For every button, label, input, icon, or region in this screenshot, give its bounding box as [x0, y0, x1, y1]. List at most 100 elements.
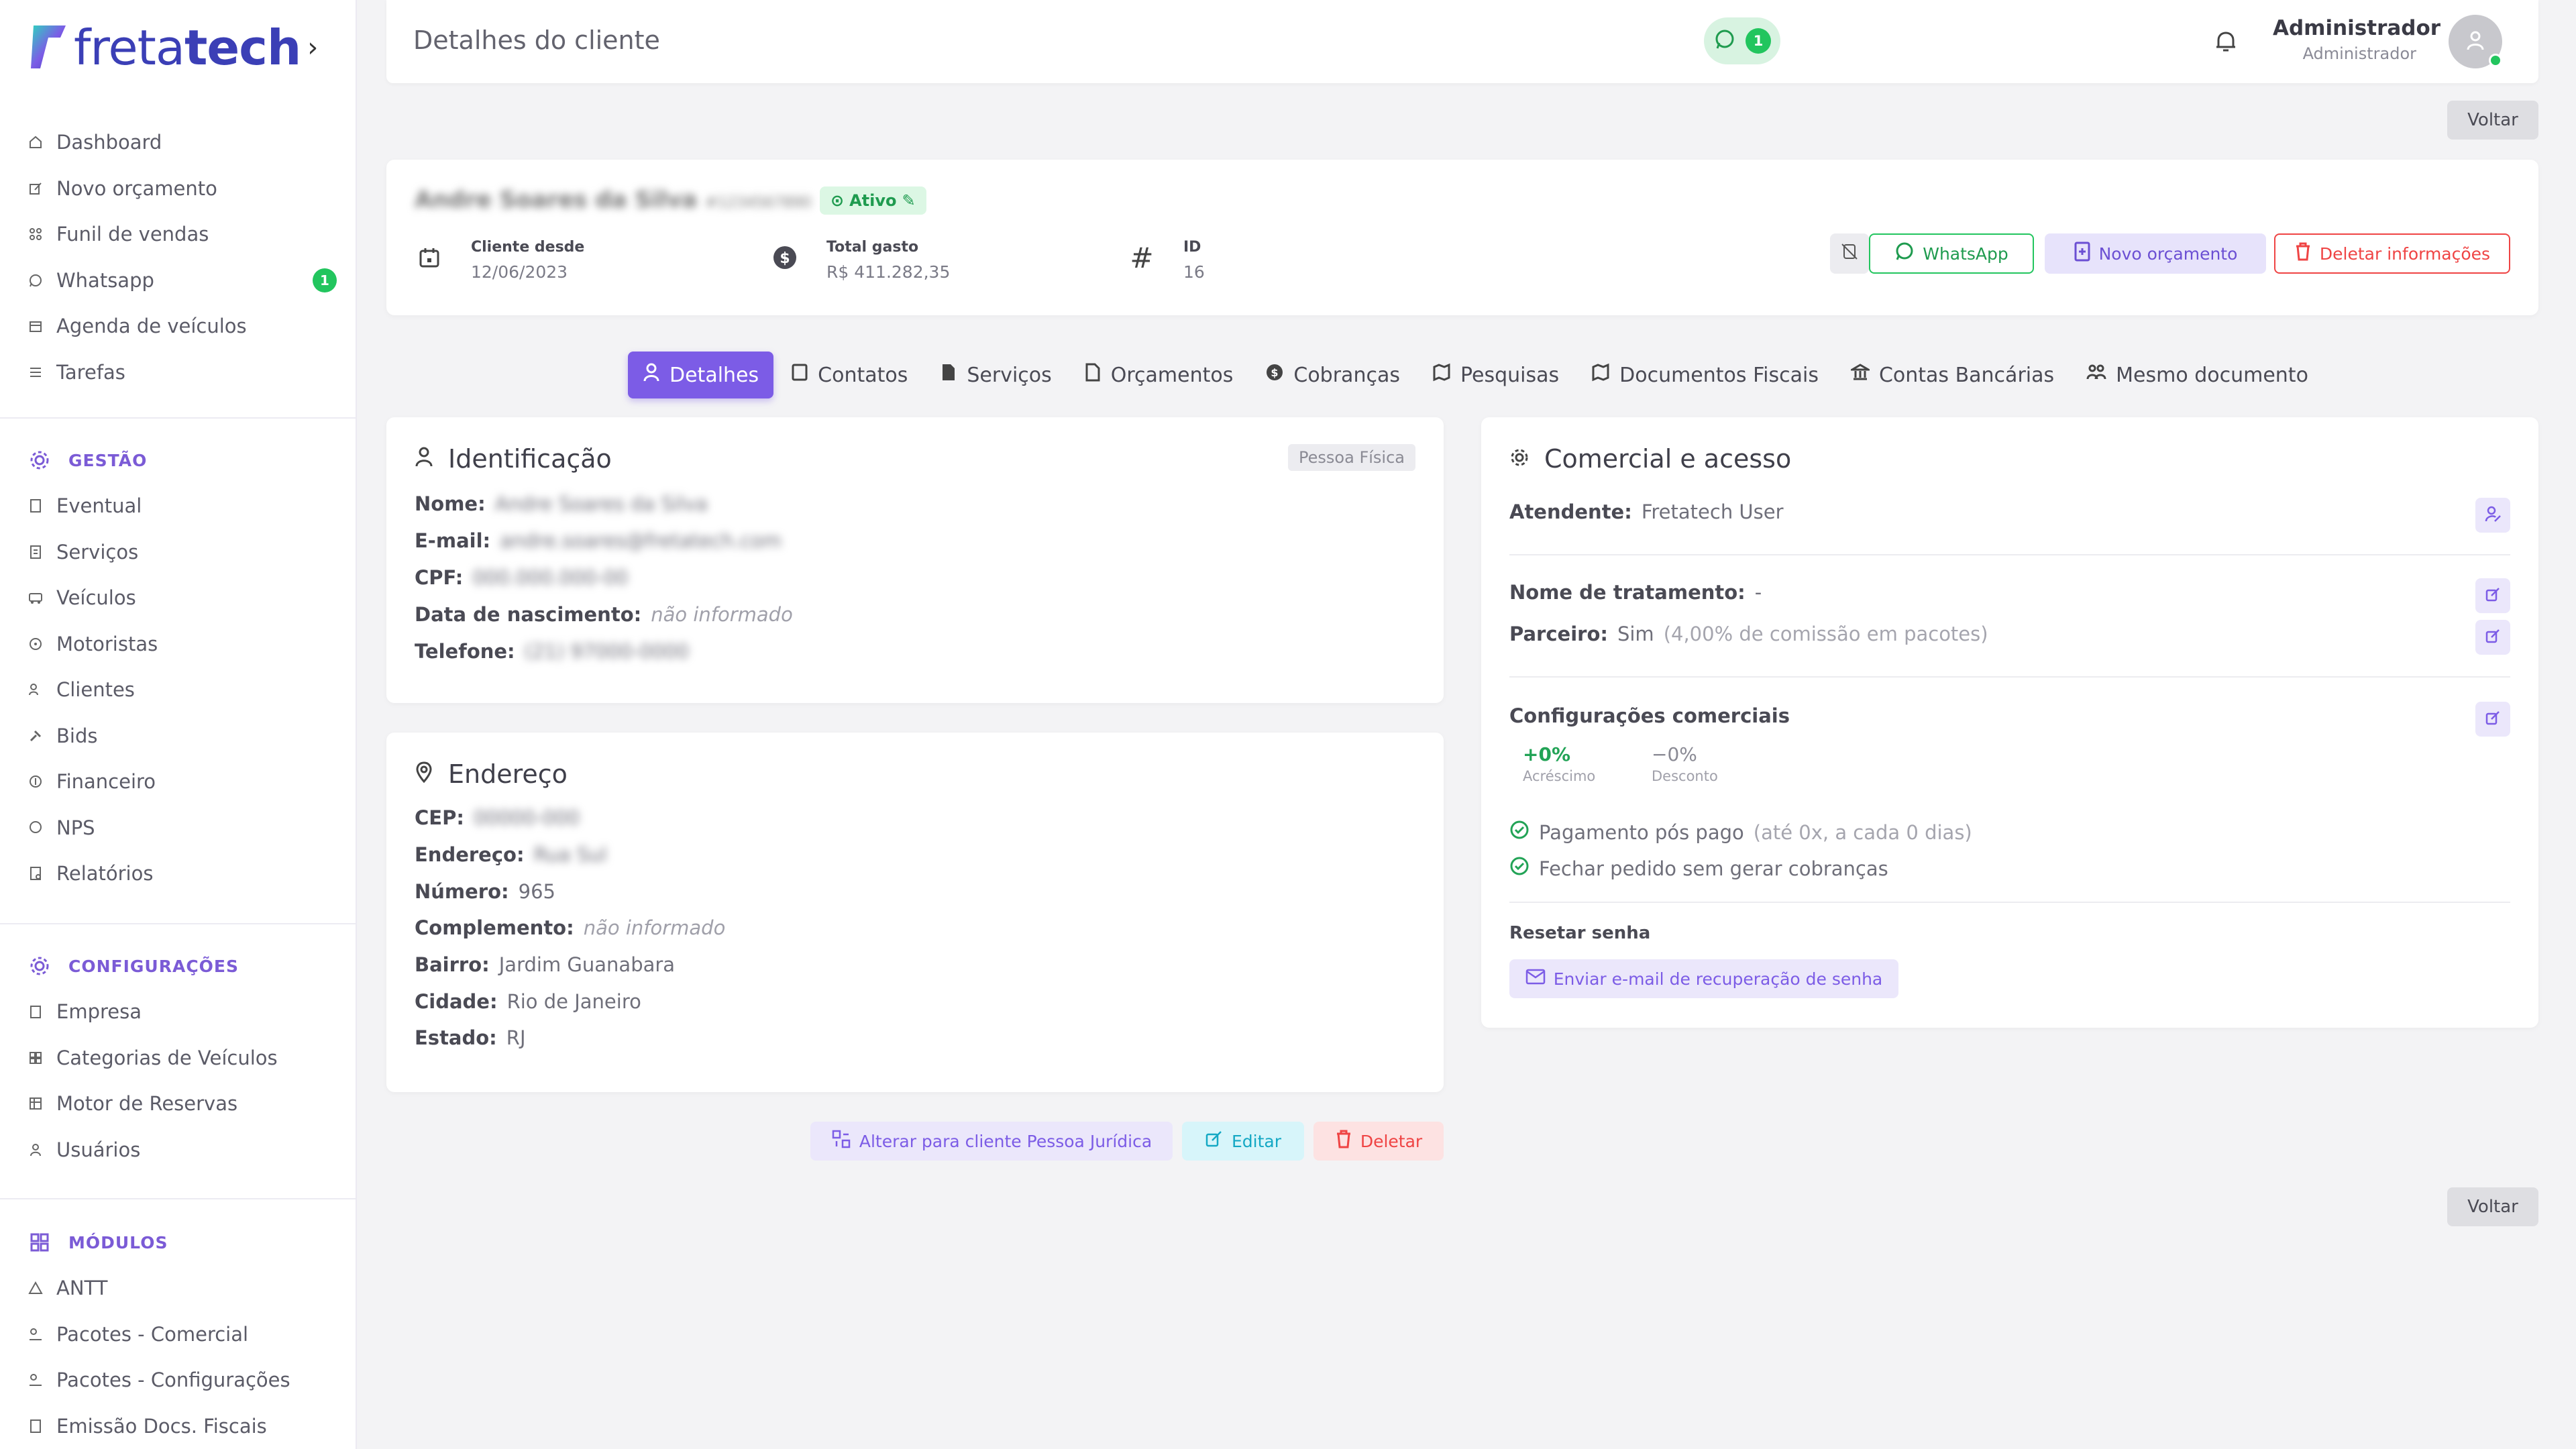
user-role: Administrador [2302, 44, 2416, 63]
avatar[interactable] [2449, 15, 2502, 68]
divider [0, 417, 356, 419]
map-pin-icon [415, 759, 433, 789]
gear-icon [28, 449, 51, 472]
person-type-badge: Pessoa Física [1288, 444, 1415, 471]
pencil-icon: ✎ [902, 191, 916, 210]
sidebar-item-motor-reservas[interactable]: Motor de Reservas [0, 1081, 357, 1127]
back-button-bottom[interactable]: Voltar [2447, 1187, 2538, 1226]
coin-icon [28, 774, 43, 789]
svg-text:$: $ [1271, 366, 1279, 379]
bus-icon [28, 590, 43, 605]
edit-icon [1205, 1130, 1224, 1152]
change-attendant-button[interactable] [2475, 498, 2510, 533]
sidebar-item-relatorios[interactable]: Relatórios [0, 851, 357, 897]
sidebar-item-financeiro[interactable]: Financeiro [0, 759, 357, 805]
sidebar-item-pacotes-config[interactable]: Pacotes - Configurações [0, 1357, 357, 1403]
field-parceiro: Parceiro: Sim (4,00% de comissão em pacote… [1509, 623, 1988, 645]
sidebar-item-bids[interactable]: Bids [0, 713, 357, 759]
sidebar-item-antt[interactable]: ANTT [0, 1265, 357, 1311]
sidebar-item-nps[interactable]: NPS [0, 805, 357, 851]
sidebar-item-novo-orcamento[interactable]: Novo orçamento [0, 166, 357, 212]
invoice-icon [28, 1419, 43, 1434]
funnel-icon [28, 227, 43, 241]
sidebar-item-clientes[interactable]: Clientes [0, 667, 357, 713]
sidebar-item-categorias[interactable]: Categorias de Veículos [0, 1035, 357, 1081]
edit-icon [28, 181, 43, 196]
divider [1509, 554, 2510, 555]
edit-config-comerciais-button[interactable] [2475, 702, 2510, 737]
delete-button[interactable]: Deletar [1313, 1122, 1444, 1161]
building-icon [28, 1004, 43, 1019]
field-estado: Estado: RJ [415, 1026, 526, 1049]
comercial-title: Comercial e acesso [1509, 444, 1791, 474]
section-gestao: GESTÃO [0, 437, 357, 483]
config-nav: CONFIGURAÇÕES Empresa Categorias de Veíc… [0, 943, 357, 1173]
sidebar-item-whatsapp[interactable]: Whatsapp 1 [0, 258, 357, 304]
logo[interactable]: fretatech › [28, 17, 318, 78]
steering-wheel-icon [28, 637, 43, 651]
edit-button[interactable]: Editar [1182, 1122, 1304, 1161]
hide-whatsapp-button[interactable] [1830, 233, 1869, 274]
edit-parceiro-button[interactable] [2475, 620, 2510, 655]
client-id: # ID 16 [1127, 239, 1204, 282]
sidebar-item-agenda[interactable]: Agenda de veículos [0, 303, 357, 350]
client-since: Cliente desde 12/06/2023 [415, 239, 584, 282]
sidebar-item-emissao[interactable]: Emissão Docs. Fiscais [0, 1403, 357, 1449]
sidebar-item-eventual[interactable]: Eventual [0, 483, 357, 529]
main-nav: Dashboard Novo orçamento Funil de vendas… [0, 119, 357, 395]
whatsapp-icon [1894, 241, 1915, 266]
calendar-icon [415, 243, 444, 272]
trash-icon [2294, 241, 2312, 266]
chevron-right-icon[interactable]: › [307, 32, 318, 63]
delete-info-button[interactable]: Deletar informações [2274, 233, 2510, 274]
sidebar-item-veiculos[interactable]: Veículos [0, 575, 357, 621]
coin-icon: $ [1265, 363, 1284, 387]
report-icon [28, 866, 43, 881]
whatsapp-button[interactable]: WhatsApp [1869, 233, 2034, 274]
list-icon [28, 365, 43, 380]
modules-icon [28, 1231, 51, 1254]
new-quote-button[interactable]: Novo orçamento [2045, 233, 2266, 274]
tab-contas-bancarias[interactable]: Contas Bancárias [1836, 352, 2069, 398]
sidebar-item-empresa[interactable]: Empresa [0, 989, 357, 1035]
sidebar-item-usuarios[interactable]: Usuários [0, 1127, 357, 1173]
sidebar-item-tarefas[interactable]: Tarefas [0, 350, 357, 396]
tab-contatos[interactable]: Contatos [776, 352, 922, 398]
package-icon [28, 1327, 43, 1342]
check-circle-icon [1509, 856, 1529, 881]
desconto-stat: −0% Desconto [1652, 743, 1718, 784]
tab-documentos-fiscais[interactable]: Documentos Fiscais [1576, 352, 1833, 398]
fechar-sem-cobranca: Fechar pedido sem gerar cobranças [1509, 856, 1888, 881]
status-badge[interactable]: ⊙ Ativo ✎ [820, 186, 926, 215]
send-reset-email-button[interactable]: Enviar e-mail de recuperação de senha [1509, 959, 1898, 998]
user-edit-icon [2484, 505, 2502, 525]
edit-nome-tratamento-button[interactable] [2475, 578, 2510, 613]
bell-icon[interactable] [2211, 27, 2241, 56]
tab-detalhes[interactable]: Detalhes [628, 352, 774, 398]
sidebar-item-funil[interactable]: Funil de vendas [0, 211, 357, 258]
hash-icon: # [1130, 241, 1154, 274]
whatsapp-notification-button[interactable]: 1 [1704, 17, 1780, 64]
tab-mesmo-documento[interactable]: Mesmo documento [2072, 352, 2323, 398]
sidebar-item-servicos[interactable]: Serviços [0, 529, 357, 576]
sidebar-item-dashboard[interactable]: Dashboard [0, 119, 357, 166]
sidebar-item-motoristas[interactable]: Motoristas [0, 621, 357, 667]
user-menu[interactable]: Administrador Administrador [2273, 16, 2440, 63]
triangle-icon [28, 1281, 43, 1295]
change-to-pj-button[interactable]: Alterar para cliente Pessoa Jurídica [810, 1122, 1173, 1161]
field-nome-tratamento: Nome de tratamento: - [1509, 581, 1762, 604]
tab-orcamentos[interactable]: Orçamentos [1069, 352, 1248, 398]
document-icon [940, 363, 957, 387]
trash-icon [1335, 1129, 1352, 1153]
tab-servicos[interactable]: Serviços [925, 352, 1066, 398]
back-button-top[interactable]: Voltar [2447, 101, 2538, 140]
package-settings-icon [28, 1373, 43, 1387]
logo-text: fretatech [74, 19, 301, 76]
field-email: E-mail: andre.soares@fretatech.com [415, 529, 782, 552]
divider [0, 923, 356, 924]
tab-cobrancas[interactable]: $ Cobranças [1250, 352, 1415, 398]
endereco-card: Endereço CEP: 00000-000 Endereço: Rua Sul … [386, 733, 1444, 1092]
sidebar-item-pacotes-comercial[interactable]: Pacotes - Comercial [0, 1311, 357, 1358]
group-icon [2086, 363, 2106, 387]
tab-pesquisas[interactable]: Pesquisas [1417, 352, 1574, 398]
